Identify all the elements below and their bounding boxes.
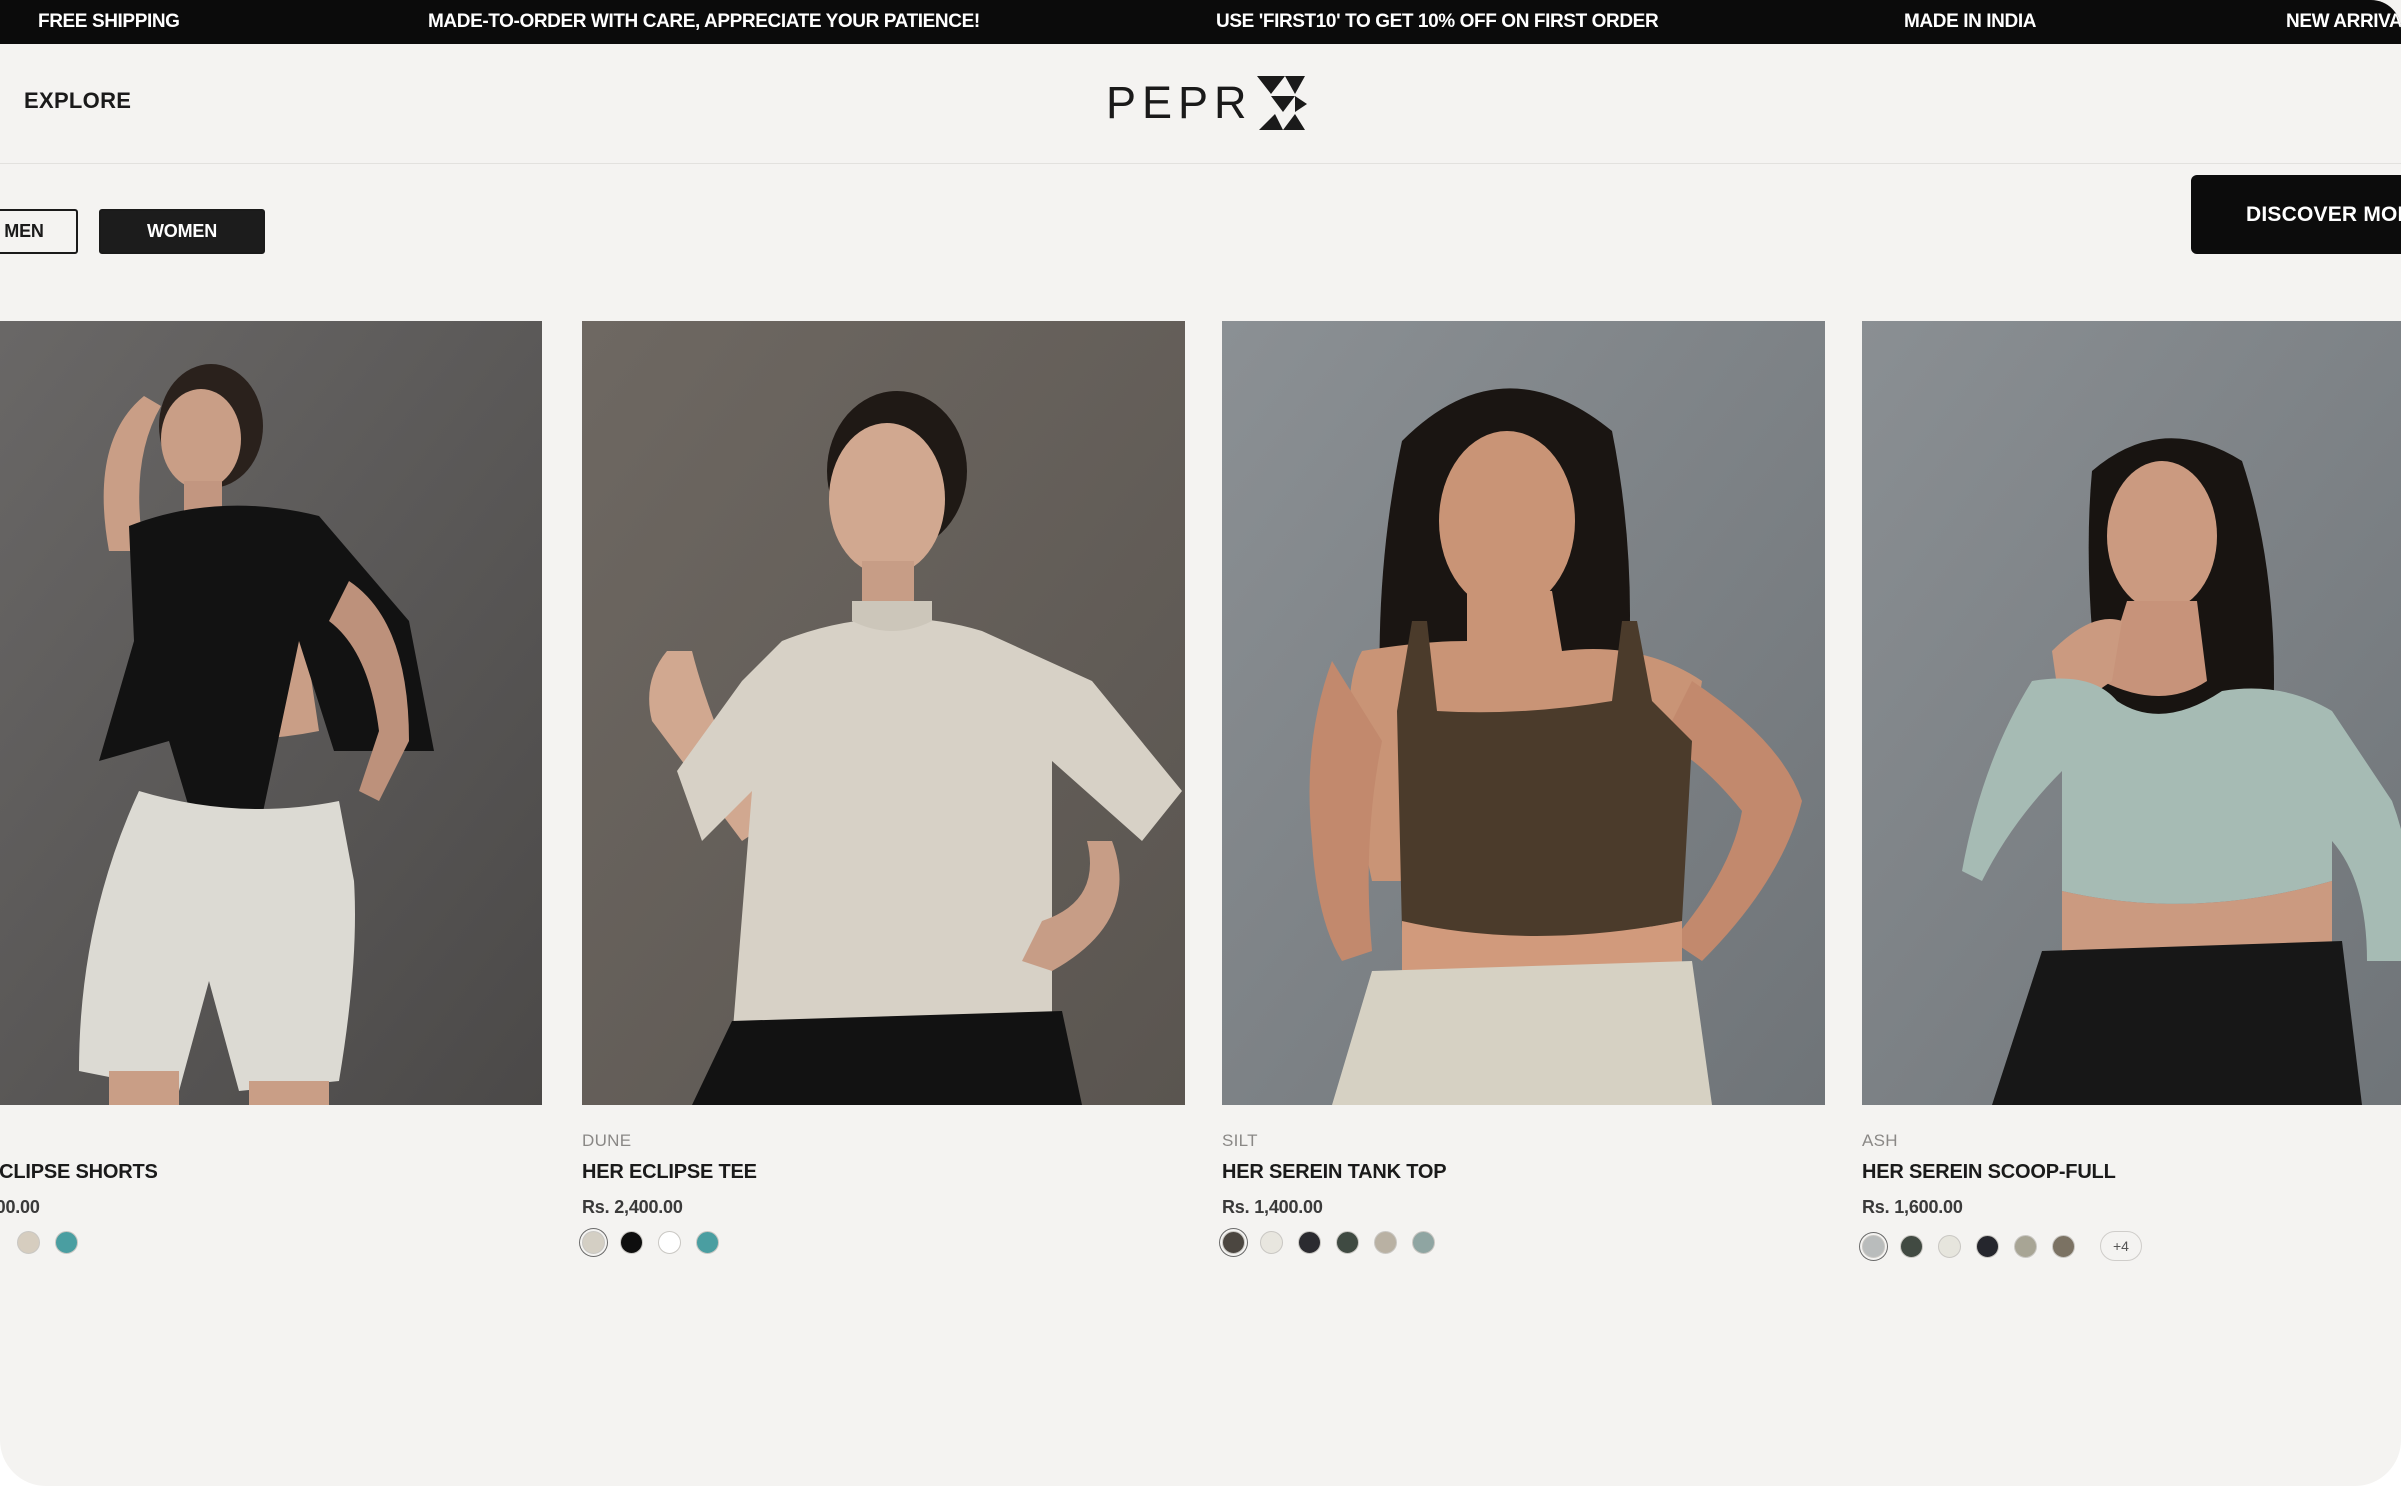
product-price: Rs. 1,800.00 — [0, 1197, 40, 1217]
color-swatch[interactable] — [658, 1231, 681, 1254]
product-title[interactable]: HER SEREIN TANK TOP — [1222, 1161, 1447, 1184]
product-card[interactable]: ASH HER SEREIN SCOOP-FULL Rs. 1,600.00 +… — [1862, 321, 2401, 1261]
product-color-name: SILT — [1222, 1131, 1258, 1150]
product-price: Rs. 1,400.00 — [1222, 1197, 1323, 1217]
announcement-item: MADE IN INDIA — [1904, 11, 2037, 32]
announcement-item: FREE SHIPPING — [38, 11, 180, 32]
product-card[interactable]: HER ECLIPSE SHORTS Rs. 1,800.00 — [0, 321, 542, 1254]
color-swatch-selected[interactable] — [1862, 1234, 1885, 1258]
color-swatch[interactable] — [1298, 1231, 1321, 1254]
page-frame: FREE SHIPPING MADE-TO-ORDER WITH CARE, A… — [0, 0, 2401, 1486]
product-image[interactable] — [1862, 321, 2401, 1105]
brand-logo[interactable]: PEPR — [1106, 72, 1307, 134]
color-swatches — [17, 1231, 78, 1254]
product-image[interactable] — [0, 321, 542, 1105]
logo-wordmark: PEPR — [1106, 77, 1253, 128]
product-title[interactable]: HER ECLIPSE SHORTS — [0, 1161, 158, 1184]
color-swatch[interactable] — [1900, 1234, 1923, 1258]
product-price: Rs. 1,600.00 — [1862, 1197, 1963, 1217]
color-swatches: +4 — [1862, 1231, 2142, 1261]
color-swatch[interactable] — [2052, 1234, 2075, 1258]
model-dune-tee-image — [582, 321, 1185, 1105]
announcement-item: MADE-TO-ORDER WITH CARE, APPRECIATE YOUR… — [428, 11, 980, 32]
color-swatches — [1222, 1231, 1435, 1254]
model-ash-scoop-full-image — [1862, 321, 2401, 1105]
pepr-triangles-logo-icon — [1256, 76, 1307, 130]
product-price: Rs. 2,400.00 — [582, 1197, 683, 1217]
more-colors-badge[interactable]: +4 — [2100, 1231, 2142, 1261]
color-swatch[interactable] — [17, 1231, 40, 1254]
color-swatches — [582, 1231, 719, 1254]
color-swatch[interactable] — [1374, 1231, 1397, 1254]
product-title[interactable]: HER ECLIPSE TEE — [582, 1161, 757, 1184]
product-color-name: ASH — [1862, 1131, 1898, 1150]
announcement-item: NEW ARRIVALS — [2286, 11, 2401, 32]
product-image[interactable] — [582, 321, 1185, 1105]
product-color-name: DUNE — [582, 1131, 632, 1150]
color-swatch[interactable] — [620, 1231, 643, 1254]
color-swatch[interactable] — [1260, 1231, 1283, 1254]
color-swatch[interactable] — [1938, 1234, 1961, 1258]
filter-men-button[interactable]: MEN — [0, 209, 78, 254]
filter-women-button[interactable]: WOMEN — [99, 209, 265, 254]
product-card[interactable]: DUNE HER ECLIPSE TEE Rs. 2,400.00 — [582, 321, 1185, 1254]
discover-more-button[interactable]: DISCOVER MORE — [2191, 175, 2401, 254]
color-swatch[interactable] — [1412, 1231, 1435, 1254]
color-swatch[interactable] — [1336, 1231, 1359, 1254]
color-swatch[interactable] — [2014, 1234, 2037, 1258]
announcement-bar: FREE SHIPPING MADE-TO-ORDER WITH CARE, A… — [0, 0, 2401, 44]
product-card[interactable]: SILT HER SEREIN TANK TOP Rs. 1,400.00 — [1222, 321, 1825, 1254]
announcement-item: USE 'FIRST10' TO GET 10% OFF ON FIRST OR… — [1216, 11, 1659, 32]
color-swatch[interactable] — [1976, 1234, 1999, 1258]
site-header: EXPLORE PEPR — [0, 44, 2401, 164]
product-image[interactable] — [1222, 321, 1825, 1105]
explore-menu-button[interactable]: EXPLORE — [24, 88, 131, 114]
color-swatch-selected[interactable] — [1222, 1231, 1245, 1254]
color-swatch[interactable] — [55, 1231, 78, 1254]
model-black-top-white-shorts-image — [0, 321, 542, 1105]
product-title[interactable]: HER SEREIN SCOOP-FULL — [1862, 1161, 2116, 1184]
color-swatch[interactable] — [696, 1231, 719, 1254]
color-swatch-selected[interactable] — [582, 1231, 605, 1254]
model-silt-tank-top-image — [1222, 321, 1825, 1105]
